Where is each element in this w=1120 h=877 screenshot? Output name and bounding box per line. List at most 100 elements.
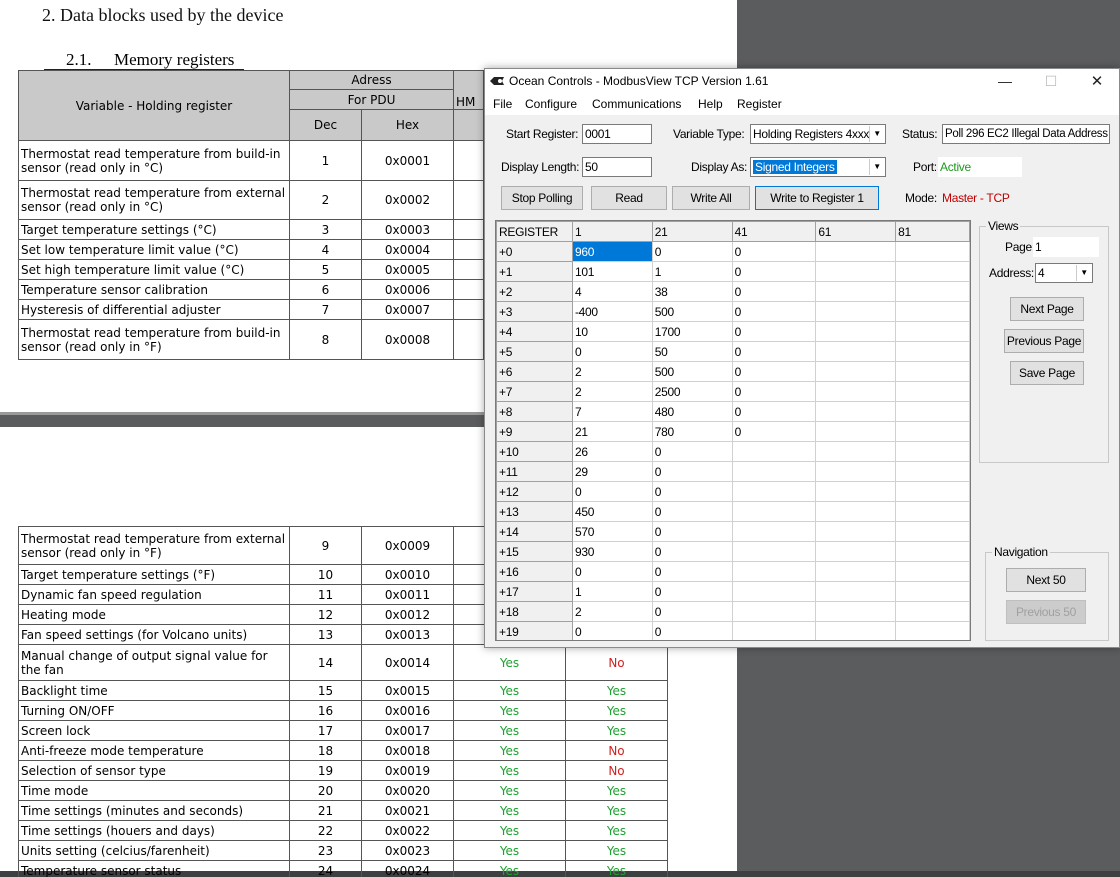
grid-cell[interactable] — [815, 521, 897, 542]
chevron-down-icon[interactable]: ▼ — [869, 126, 884, 142]
grid-cell[interactable]: 29 — [571, 461, 653, 482]
grid-row-header[interactable]: +0 — [496, 241, 573, 262]
display-length-input[interactable]: 50 — [582, 157, 652, 177]
menu-configure[interactable]: Configure — [525, 97, 577, 111]
grid-cell[interactable]: 0 — [731, 241, 817, 262]
grid-row-header[interactable]: +18 — [496, 601, 573, 622]
grid-cell[interactable]: 0 — [651, 581, 733, 602]
grid-cell[interactable] — [895, 601, 970, 622]
grid-cell[interactable] — [895, 501, 970, 522]
grid-row-header[interactable]: +5 — [496, 341, 573, 362]
grid-cell[interactable] — [731, 561, 817, 582]
grid-cell[interactable]: 1 — [571, 581, 653, 602]
grid-cell[interactable] — [895, 621, 970, 640]
grid-cell[interactable]: 0 — [651, 561, 733, 582]
grid-cell[interactable]: 0 — [651, 621, 733, 640]
grid-row-header[interactable]: +11 — [496, 461, 573, 482]
grid-cell[interactable] — [731, 461, 817, 482]
grid-cell[interactable] — [731, 541, 817, 562]
grid-cell[interactable] — [895, 341, 970, 362]
write-all-button[interactable]: Write All — [672, 186, 750, 210]
next-page-button[interactable]: Next Page — [1010, 297, 1084, 321]
grid-row-header[interactable]: +7 — [496, 381, 573, 402]
grid-cell[interactable] — [895, 441, 970, 462]
grid-row-header[interactable]: +16 — [496, 561, 573, 582]
grid-cell[interactable]: 0 — [651, 461, 733, 482]
grid-cell[interactable]: 50 — [651, 341, 733, 362]
grid-cell[interactable] — [815, 301, 897, 322]
grid-cell[interactable] — [815, 581, 897, 602]
grid-cell[interactable] — [895, 421, 970, 442]
grid-cell[interactable]: 0 — [731, 281, 817, 302]
variable-type-select[interactable]: Holding Registers 4xxxx ▼ — [750, 124, 886, 144]
grid-cell[interactable]: 780 — [651, 421, 733, 442]
grid-cell[interactable] — [815, 341, 897, 362]
grid-cell[interactable]: 2500 — [651, 381, 733, 402]
grid-cell[interactable]: 0 — [651, 481, 733, 502]
previous-50-button[interactable]: Previous 50 — [1006, 600, 1086, 624]
grid-cell[interactable]: 2 — [571, 601, 653, 622]
grid-cell[interactable]: 0 — [571, 561, 653, 582]
grid-cell[interactable]: 0 — [731, 361, 817, 382]
grid-cell[interactable] — [895, 301, 970, 322]
grid-cell[interactable] — [815, 501, 897, 522]
grid-cell[interactable]: 0 — [731, 261, 817, 282]
grid-cell[interactable]: 960 — [571, 241, 653, 262]
save-page-button[interactable]: Save Page — [1010, 361, 1084, 385]
grid-cell[interactable] — [815, 401, 897, 422]
grid-row-header[interactable]: +9 — [496, 421, 573, 442]
grid-cell[interactable]: 0 — [651, 441, 733, 462]
read-button[interactable]: Read — [591, 186, 667, 210]
grid-cell[interactable]: 930 — [571, 541, 653, 562]
grid-cell[interactable] — [815, 321, 897, 342]
display-as-select[interactable]: Signed Integers ▼ — [750, 157, 886, 177]
grid-cell[interactable] — [731, 501, 817, 522]
grid-cell[interactable] — [895, 521, 970, 542]
grid-cell[interactable] — [895, 321, 970, 342]
grid-cell[interactable]: 0 — [731, 341, 817, 362]
grid-cell[interactable]: 2 — [571, 361, 653, 382]
grid-cell[interactable]: 0 — [731, 421, 817, 442]
grid-cell[interactable] — [895, 381, 970, 402]
grid-cell[interactable]: 0 — [571, 481, 653, 502]
grid-cell[interactable]: 500 — [651, 361, 733, 382]
grid-cell[interactable]: 0 — [571, 621, 653, 640]
grid-cell[interactable]: 0 — [651, 541, 733, 562]
grid-cell[interactable] — [815, 441, 897, 462]
grid-cell[interactable]: 0 — [651, 601, 733, 622]
grid-cell[interactable]: 0 — [731, 401, 817, 422]
grid-cell[interactable]: 2 — [571, 381, 653, 402]
modbusview-window[interactable]: Ocean Controls - ModbusView TCP Version … — [484, 68, 1120, 648]
grid-column-header[interactable]: 21 — [651, 221, 733, 242]
grid-cell[interactable]: 0 — [651, 521, 733, 542]
grid-row-header[interactable]: +4 — [496, 321, 573, 342]
grid-cell[interactable] — [731, 441, 817, 462]
next-50-button[interactable]: Next 50 — [1006, 568, 1086, 592]
grid-row-header[interactable]: +19 — [496, 621, 573, 640]
menu-communications[interactable]: Communications — [592, 97, 681, 111]
grid-cell[interactable] — [815, 421, 897, 442]
grid-cell[interactable]: 0 — [571, 341, 653, 362]
grid-row-header[interactable]: +17 — [496, 581, 573, 602]
grid-cell[interactable] — [731, 581, 817, 602]
grid-cell[interactable]: 4 — [571, 281, 653, 302]
previous-page-button[interactable]: Previous Page — [1004, 329, 1084, 353]
grid-cell[interactable] — [895, 361, 970, 382]
grid-cell[interactable]: 7 — [571, 401, 653, 422]
grid-cell[interactable] — [815, 241, 897, 262]
grid-cell[interactable]: 0 — [731, 321, 817, 342]
grid-row-header[interactable]: +12 — [496, 481, 573, 502]
grid-row-header[interactable]: +2 — [496, 281, 573, 302]
grid-cell[interactable] — [815, 261, 897, 282]
grid-cell[interactable]: 0 — [651, 501, 733, 522]
start-register-input[interactable]: 0001 — [582, 124, 652, 144]
grid-cell[interactable] — [895, 581, 970, 602]
grid-cell[interactable] — [815, 561, 897, 582]
grid-cell[interactable]: 10 — [571, 321, 653, 342]
menu-register[interactable]: Register — [737, 97, 782, 111]
grid-row-header[interactable]: +1 — [496, 261, 573, 282]
write-to-register-button[interactable]: Write to Register 1 — [755, 186, 879, 210]
grid-cell[interactable] — [895, 461, 970, 482]
maximize-button[interactable]: ☐ — [1028, 69, 1074, 94]
grid-cell[interactable] — [731, 521, 817, 542]
